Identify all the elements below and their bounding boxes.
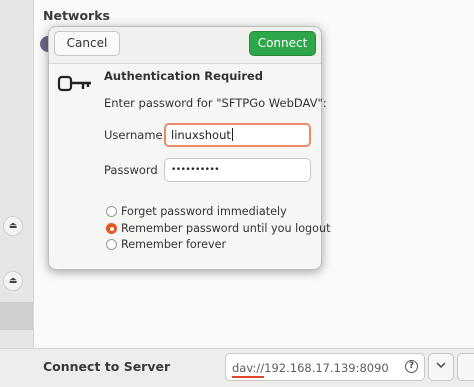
radio-button[interactable] [106, 239, 117, 250]
sidebar: ⏏ ⏏ [0, 0, 34, 387]
eject-icon[interactable]: ⏏ [3, 216, 23, 236]
radio-remember-until-logout[interactable]: Remember password until you logout [106, 222, 330, 235]
username-field[interactable]: linuxshout [164, 123, 311, 147]
sidebar-item-selected[interactable] [0, 302, 33, 330]
networks-heading: Networks [43, 8, 110, 23]
spellcheck-underline [232, 376, 264, 378]
authentication-dialog: Cancel Connect Authentication Required E… [48, 26, 330, 270]
server-address-value: dav://192.168.17.139:8090 [232, 361, 389, 375]
connect-button[interactable]: Connect [249, 31, 316, 56]
connect-to-server-label: Connect to Server [43, 359, 171, 374]
server-history-dropdown[interactable] [428, 353, 454, 381]
username-value: linuxshout [171, 128, 231, 142]
connect-server-button[interactable] [457, 353, 474, 381]
eject-icon[interactable]: ⏏ [3, 271, 23, 291]
radio-label: Remember password until you logout [121, 222, 331, 235]
dialog-message: Enter password for "SFTPGo WebDAV": [104, 96, 327, 110]
key-icon [57, 75, 91, 92]
server-address-input[interactable]: dav://192.168.17.139:8090 ? [225, 353, 425, 381]
radio-remember-forever[interactable]: Remember forever [106, 238, 226, 251]
help-icon[interactable]: ? [405, 360, 418, 373]
radio-label: Remember forever [121, 238, 227, 251]
username-label: Username [104, 128, 163, 142]
radio-button-checked[interactable] [106, 223, 117, 234]
radio-forget-immediately[interactable]: Forget password immediately [106, 205, 287, 218]
text-caret [231, 128, 233, 141]
dialog-title: Authentication Required [104, 69, 264, 83]
password-value: •••••••••• [171, 165, 220, 175]
chevron-down-icon [436, 362, 446, 368]
radio-button[interactable] [106, 206, 117, 217]
password-label: Password [104, 163, 158, 177]
dialog-headerbar: Cancel Connect [49, 27, 321, 64]
password-field[interactable]: •••••••••• [164, 158, 311, 182]
cancel-button[interactable]: Cancel [54, 31, 120, 56]
radio-label: Forget password immediately [121, 205, 287, 218]
